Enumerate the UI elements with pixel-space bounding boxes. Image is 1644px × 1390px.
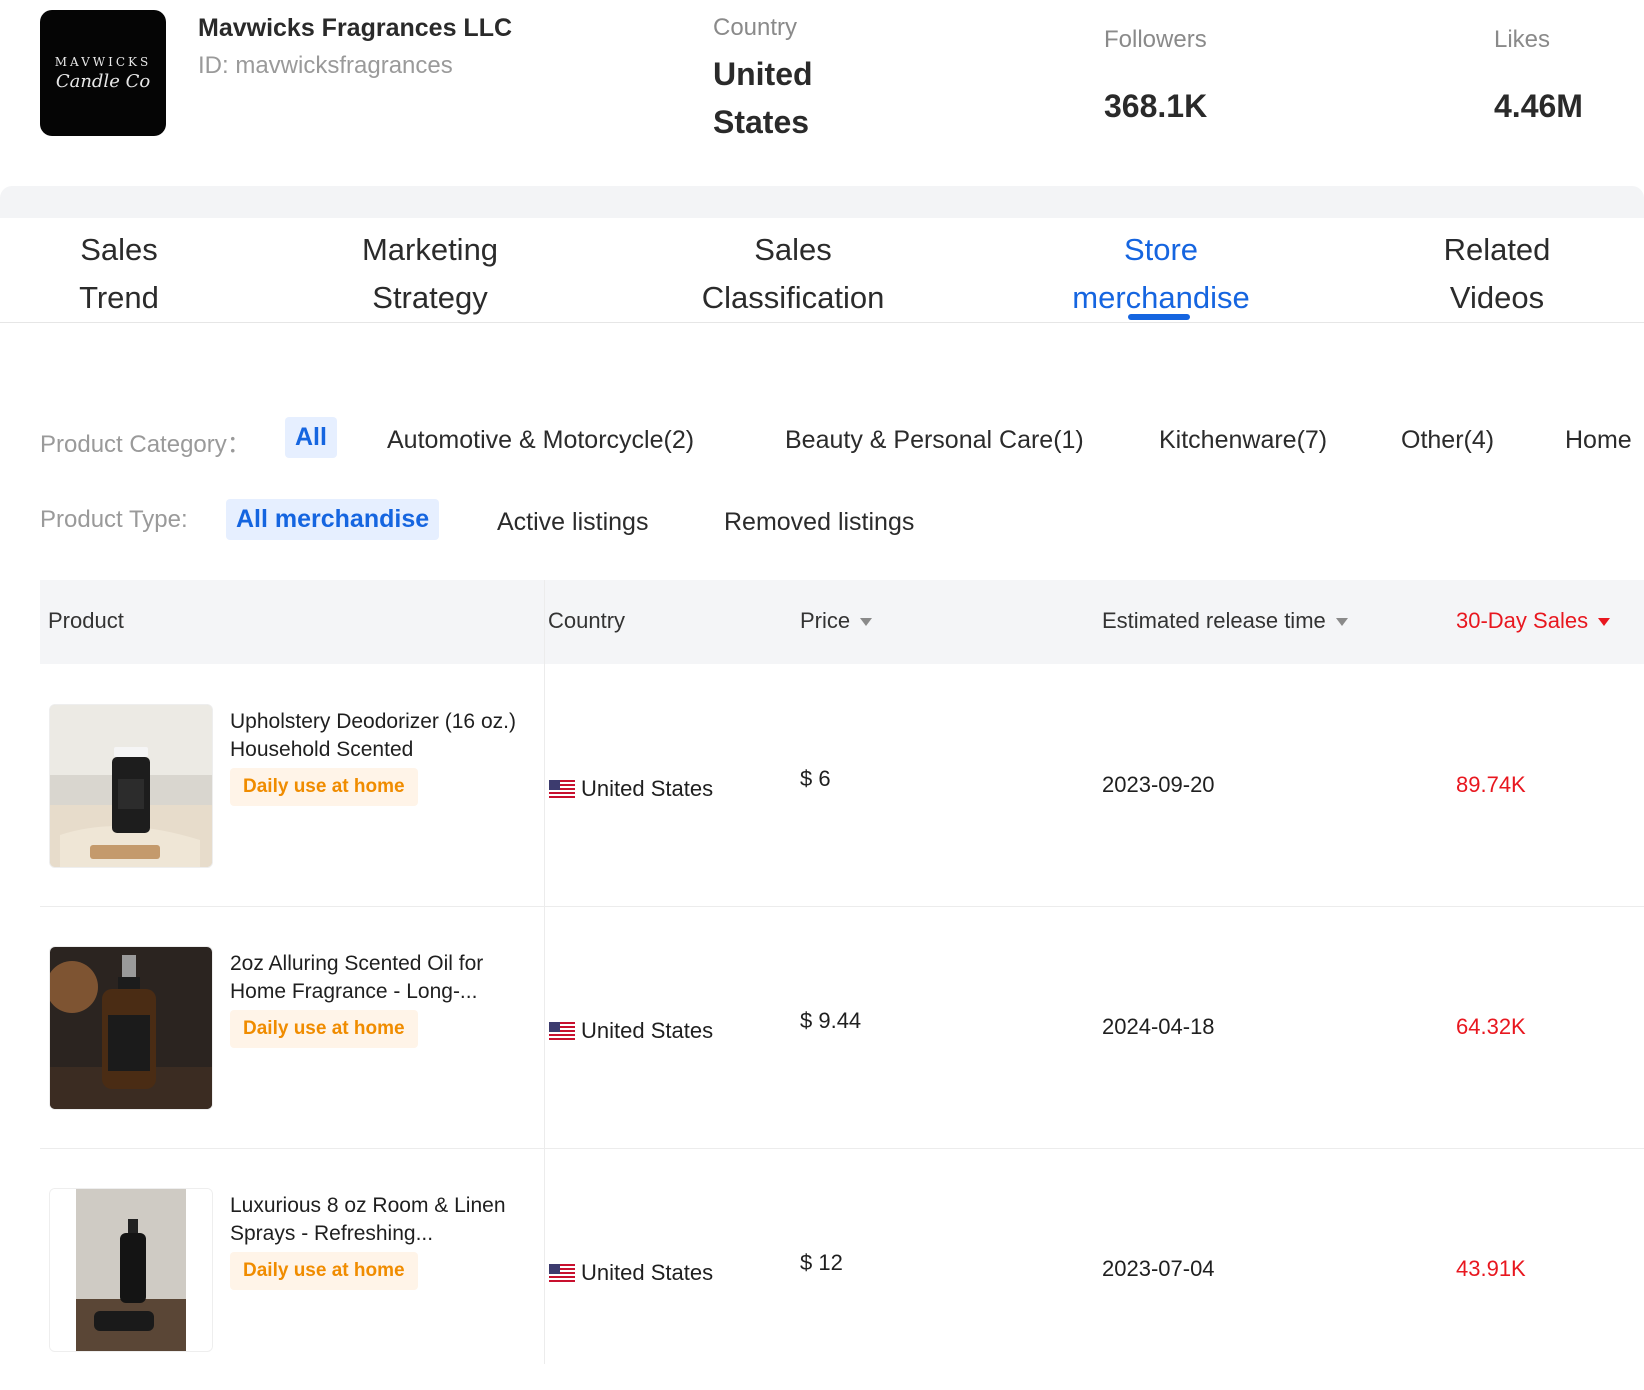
country-cell: United States: [549, 776, 713, 802]
header-release-label: Estimated release time: [1102, 608, 1326, 633]
logo-text-line2: Candle Co: [55, 70, 151, 92]
sort-down-icon: [1335, 618, 1348, 627]
store-name: Mavwicks Fragrances LLC: [198, 14, 513, 42]
category-chip-all[interactable]: All: [285, 417, 337, 458]
table-row[interactable]: Upholstery Deodorizer (16 oz.) Household…: [40, 664, 1644, 907]
price-cell: $ 6: [800, 766, 831, 791]
country-name: United States: [581, 1018, 714, 1043]
active-tab-indicator: [1128, 314, 1190, 320]
us-flag-icon: [549, 1264, 575, 1282]
product-thumbnail[interactable]: [49, 946, 213, 1110]
category-chip-kitchenware[interactable]: Kitchenware(7): [1159, 426, 1327, 455]
sales-cell: 89.74K: [1456, 772, 1526, 797]
header-30-day-sales[interactable]: 30-Day Sales: [1456, 608, 1611, 634]
section-divider: [0, 186, 1644, 218]
country-cell: United States: [549, 1018, 713, 1044]
country-value: United States: [713, 56, 813, 140]
tab-sales-trend[interactable]: Sales Trend: [60, 226, 178, 322]
type-chip-all-merchandise[interactable]: All merchandise: [226, 499, 440, 540]
likes-value: 4.46M: [1494, 88, 1583, 124]
product-type-label: Product Type:: [40, 506, 188, 533]
logo-text-line1: MAVWICKS: [54, 54, 152, 69]
sales-cell: 43.91K: [1456, 1256, 1526, 1281]
product-tag: Daily use at home: [230, 1010, 418, 1048]
sales-cell: 64.32K: [1456, 1014, 1526, 1039]
category-chip-home[interactable]: Home: [1565, 426, 1632, 455]
store-logo: MAVWICKS Candle Co: [40, 10, 166, 136]
category-chip-beauty[interactable]: Beauty & Personal Care(1): [785, 426, 1084, 455]
header-price-label: Price: [800, 608, 851, 633]
followers-value: 368.1K: [1104, 88, 1208, 124]
product-thumbnail[interactable]: [49, 1188, 213, 1352]
table-header: Product Country Price Estimated release …: [40, 580, 1644, 664]
header-sales-label: 30-Day Sales: [1456, 608, 1589, 633]
release-date-cell: 2023-09-20: [1102, 772, 1215, 797]
table-row[interactable]: 2oz Alluring Scented Oil for Home Fragra…: [40, 906, 1644, 1149]
store-header: MAVWICKS Candle Co Mavwicks Fragrances L…: [0, 0, 1644, 186]
table-row[interactable]: Luxurious 8 oz Room & Linen Sprays - Ref…: [40, 1148, 1644, 1390]
price-cell: $ 12: [800, 1250, 843, 1275]
country-cell: United States: [549, 1260, 713, 1286]
country-name: United States: [581, 776, 714, 801]
us-flag-icon: [549, 1022, 575, 1040]
us-flag-icon: [549, 780, 575, 798]
product-thumbnail[interactable]: [49, 704, 213, 868]
followers-label: Followers: [1104, 26, 1207, 53]
tab-bar: Sales Trend Marketing Strategy Sales Cla…: [0, 218, 1644, 323]
type-chip-active-listings[interactable]: Active listings: [497, 508, 648, 537]
tab-sales-classification[interactable]: Sales Classification: [690, 226, 896, 322]
product-name[interactable]: 2oz Alluring Scented Oil for Home Fragra…: [230, 950, 530, 1006]
product-category-label: Product Category：: [40, 431, 251, 458]
sort-down-icon: [1598, 618, 1611, 627]
sort-down-icon: [860, 618, 873, 627]
category-chip-automotive[interactable]: Automotive & Motorcycle(2): [387, 426, 694, 455]
likes-label: Likes: [1494, 26, 1551, 53]
header-release-time[interactable]: Estimated release time: [1102, 608, 1348, 634]
product-name[interactable]: Luxurious 8 oz Room & Linen Sprays - Ref…: [230, 1192, 530, 1248]
release-date-cell: 2023-07-04: [1102, 1256, 1215, 1281]
product-tag: Daily use at home: [230, 1252, 418, 1290]
release-date-cell: 2024-04-18: [1102, 1014, 1215, 1039]
country-label: Country: [713, 14, 798, 41]
tab-marketing-strategy[interactable]: Marketing Strategy: [340, 226, 520, 322]
store-id: ID: mavwicksfragrances: [198, 52, 453, 79]
header-country: Country: [548, 608, 626, 633]
header-price[interactable]: Price: [800, 608, 873, 634]
country-name: United States: [581, 1260, 714, 1285]
product-name[interactable]: Upholstery Deodorizer (16 oz.) Household…: [230, 708, 530, 764]
category-chip-other[interactable]: Other(4): [1401, 426, 1494, 455]
price-cell: $ 9.44: [800, 1008, 862, 1033]
header-product: Product: [48, 608, 124, 633]
type-chip-removed-listings[interactable]: Removed listings: [724, 508, 914, 537]
tab-store-merchandise[interactable]: Store merchandise: [1058, 226, 1264, 322]
product-tag: Daily use at home: [230, 768, 418, 806]
tab-related-videos[interactable]: Related Videos: [1436, 226, 1558, 322]
